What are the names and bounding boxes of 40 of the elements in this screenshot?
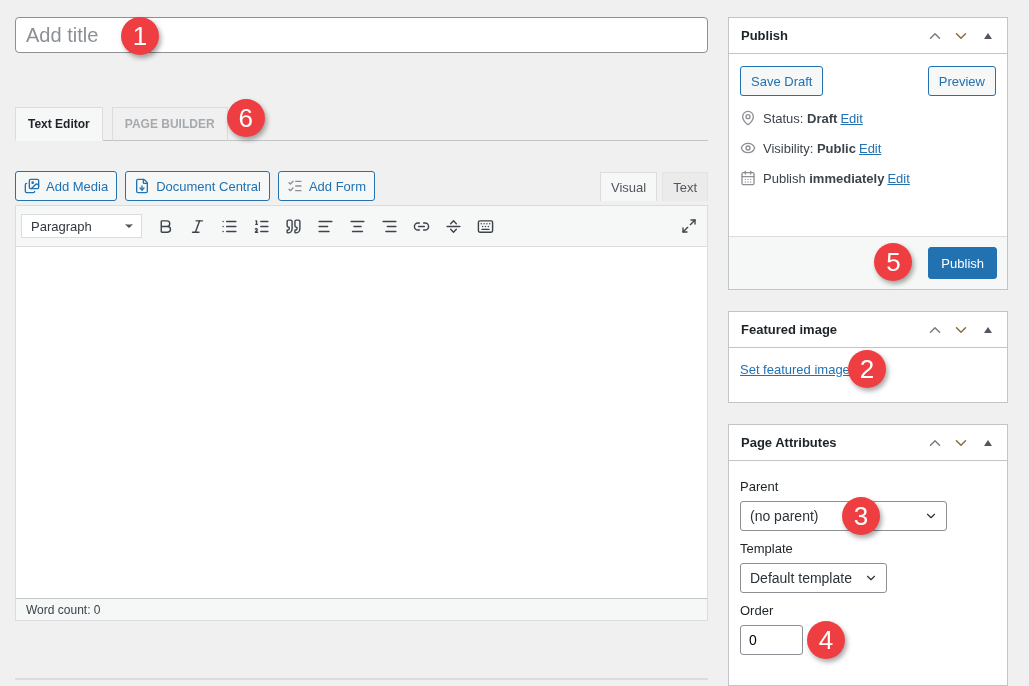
collapse-icon[interactable]	[984, 32, 992, 39]
field-label: Order	[740, 603, 775, 618]
order-field[interactable]: 0	[740, 625, 803, 655]
box-title: Publish	[741, 28, 789, 43]
callout-badge: 3	[842, 497, 880, 535]
mode-tab[interactable]: Text	[662, 172, 708, 201]
media-button[interactable]: Add Media	[15, 171, 118, 201]
meta-text: Publish immediately	[763, 170, 885, 186]
callout-badge: 6	[226, 99, 265, 137]
format-select[interactable]: Paragraph	[21, 214, 142, 238]
callout-badge: 2	[848, 350, 886, 388]
edit-link[interactable]: Edit	[858, 140, 882, 156]
eye-icon	[740, 140, 756, 156]
collapse-icon[interactable]	[984, 326, 992, 333]
pin-icon	[740, 110, 756, 126]
box-title: Page Attributes	[741, 435, 838, 450]
media-button[interactable]: Add Form	[277, 171, 375, 201]
media-icon	[24, 178, 40, 194]
mode-tab[interactable]: Visual	[599, 172, 658, 201]
meta-text: Visibility: Public	[763, 140, 856, 156]
form-icon	[286, 178, 303, 194]
document-icon	[134, 178, 151, 194]
callout-badge: 4	[807, 621, 845, 659]
publish-button[interactable]: Publish	[928, 247, 997, 279]
edit-link[interactable]: Edit	[887, 170, 910, 186]
field-label: Parent	[740, 479, 780, 494]
field-label: Template	[740, 541, 794, 556]
word-count: Word count: 0	[16, 598, 707, 620]
preview-button[interactable]: Preview	[927, 66, 996, 96]
save-draft-button[interactable]: Save Draft	[740, 66, 824, 96]
set-featured-image-link[interactable]: Set featured image	[740, 362, 850, 377]
template-select[interactable]: Default template	[740, 563, 887, 593]
editor-tab[interactable]: Text Editor	[15, 107, 103, 141]
collapse-icon[interactable]	[984, 439, 992, 446]
callout-badge: 5	[874, 243, 913, 281]
edit-link[interactable]: Edit	[840, 110, 863, 126]
calendar-icon	[740, 170, 756, 186]
meta-text: Status: Draft	[763, 110, 838, 126]
box-title: Featured image	[741, 322, 839, 337]
media-button[interactable]: Document Central	[125, 171, 270, 201]
